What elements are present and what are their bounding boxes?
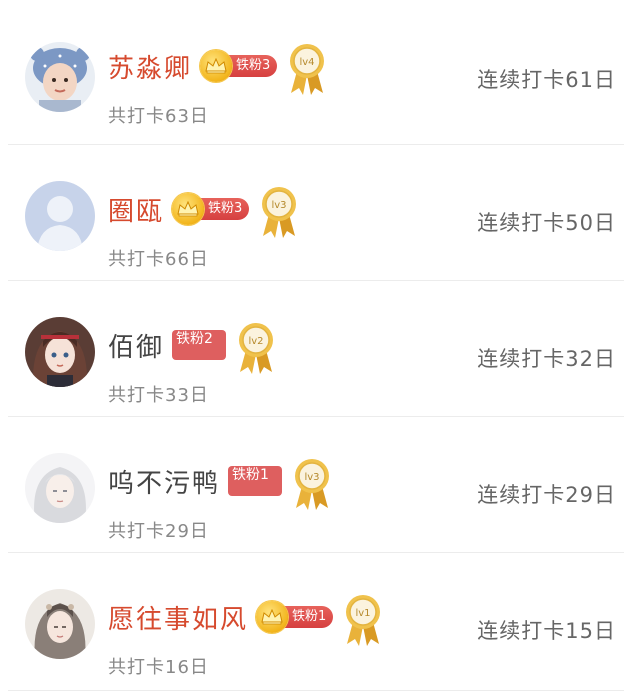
user-name[interactable]: 圈瓯 [108,191,164,228]
total-checkin: 共打卡66日 [108,249,209,270]
svg-text:lv1: lv1 [356,608,371,619]
total-checkin: 共打卡16日 [108,657,209,678]
name-line: 苏淼卿 铁粉3 lv4 [108,42,327,95]
streak-checkin: 连续打卡61日 [477,68,616,92]
user-name[interactable]: 愿往事如风 [108,599,248,636]
total-checkin: 共打卡63日 [108,106,209,127]
level-medal-icon: lv1 [343,594,383,648]
name-line: 愿往事如风 铁粉1 lv1 [108,593,383,646]
user-name[interactable]: 呜不污鸭 [108,463,220,500]
svg-text:lv4: lv4 [300,57,315,68]
user-name[interactable]: 佰御 [108,327,164,364]
fan-badge: 铁粉1 [256,601,334,633]
total-checkin: 共打卡33日 [108,385,209,406]
fan-badge: 铁粉3 [172,193,250,225]
default-user-avatar-icon [25,181,95,251]
avatar[interactable] [25,317,95,387]
list-item[interactable]: 苏淼卿 铁粉3 lv4 共打卡63日 连续打卡61日 [8,0,624,145]
svg-text:lv3: lv3 [304,472,319,483]
fan-level-label: 铁粉1 [228,466,283,496]
fan-badge: 铁粉3 [200,50,278,82]
streak-checkin: 连续打卡29日 [477,483,616,507]
child-with-bear-hat-avatar-icon [25,42,95,112]
avatar[interactable] [25,453,95,523]
svg-text:lv2: lv2 [248,336,263,347]
level-medal-icon: lv4 [287,43,327,97]
user-name[interactable]: 苏淼卿 [108,48,192,85]
crown-icon [172,193,205,225]
list-item[interactable]: 圈瓯 铁粉3 lv3 共打卡66日 连续打卡50日 [8,145,624,281]
streak-checkin: 连续打卡32日 [477,347,616,371]
crown-icon [200,50,233,82]
avatar[interactable] [25,181,95,251]
checkin-ranking-list: 苏淼卿 铁粉3 lv4 共打卡63日 连续打卡61日 圈瓯 铁粉3 lv3 共打… [0,0,640,691]
streak-checkin: 连续打卡15日 [477,619,616,643]
anime-girl-avatar-icon [25,317,95,387]
total-checkin: 共打卡29日 [108,521,209,542]
ancient-costume-avatar-icon [25,589,95,659]
avatar[interactable] [25,589,95,659]
list-item[interactable]: 呜不污鸭 铁粉1 lv3 共打卡29日 连续打卡29日 [8,417,624,553]
level-medal-icon: lv2 [236,322,276,376]
level-medal-icon: lv3 [292,458,332,512]
avatar[interactable] [25,42,95,112]
streak-checkin: 连续打卡50日 [477,211,616,235]
fan-level-label: 铁粉2 [172,330,227,360]
svg-text:lv3: lv3 [272,200,287,211]
white-hair-character-avatar-icon [25,453,95,523]
name-line: 呜不污鸭 铁粉1 lv3 [108,457,332,510]
crown-icon [256,601,289,633]
list-item[interactable]: 佰御 铁粉2 lv2 共打卡33日 连续打卡32日 [8,281,624,417]
list-item[interactable]: 愿往事如风 铁粉1 lv1 共打卡16日 连续打卡15日 [8,553,624,691]
level-medal-icon: lv3 [259,186,299,240]
name-line: 圈瓯 铁粉3 lv3 [108,185,299,238]
name-line: 佰御 铁粉2 lv2 [108,321,276,374]
